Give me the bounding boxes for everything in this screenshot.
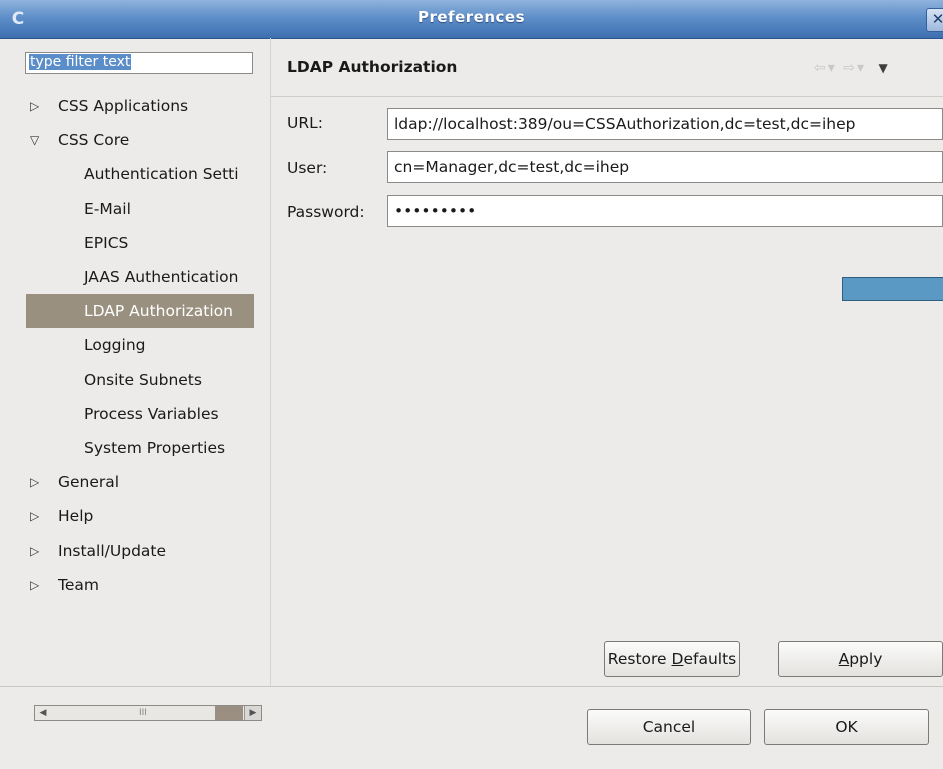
close-icon: ✕ bbox=[931, 10, 943, 28]
tree-item[interactable]: Logging bbox=[8, 328, 258, 362]
scroll-left-icon[interactable]: ◀ bbox=[35, 706, 51, 720]
tree-item[interactable]: ▽ CSS Core bbox=[8, 123, 258, 157]
page-title: LDAP Authorization bbox=[287, 58, 458, 76]
collapsed-triangle-icon[interactable]: ▷ bbox=[30, 499, 44, 533]
tree-item[interactable]: ▷ Team bbox=[8, 568, 258, 602]
tree-item[interactable]: System Properties bbox=[8, 431, 258, 465]
ok-button[interactable]: OK bbox=[764, 709, 929, 745]
page-navigation: ⇦▾ ⇨▾ ▼ bbox=[814, 60, 934, 76]
tree-item[interactable]: JAAS Authentication bbox=[8, 260, 258, 294]
password-field[interactable]: ••••••••• bbox=[387, 195, 943, 227]
collapsed-triangle-icon[interactable]: ▷ bbox=[30, 534, 44, 568]
tree-item[interactable]: Onsite Subnets bbox=[8, 363, 258, 397]
url-label: URL: bbox=[287, 114, 323, 132]
tree-item-label: CSS Applications bbox=[58, 97, 189, 115]
tree-item[interactable]: E-Mail bbox=[8, 192, 258, 226]
blue-indicator bbox=[842, 277, 943, 301]
forward-arrow-icon[interactable]: ⇨▾ bbox=[843, 60, 866, 76]
url-field[interactable]: ldap://localhost:389/ou=CSSAuthorization… bbox=[387, 108, 943, 140]
tree-item[interactable]: ▷ General bbox=[8, 465, 258, 499]
tree-horizontal-scrollbar[interactable]: ◀ III ▶ bbox=[34, 705, 262, 721]
tree-item[interactable]: ▷ CSS Applications bbox=[8, 89, 258, 123]
collapsed-triangle-icon[interactable]: ▷ bbox=[30, 465, 44, 499]
expanded-triangle-icon[interactable]: ▽ bbox=[30, 123, 44, 157]
collapsed-triangle-icon[interactable]: ▷ bbox=[30, 568, 44, 602]
title-separator bbox=[271, 96, 943, 97]
tree-item-label: EPICS bbox=[84, 233, 129, 252]
filter-input[interactable]: type filter text bbox=[25, 52, 253, 74]
tree-item-label: Logging bbox=[84, 336, 146, 355]
filter-input-text: type filter text bbox=[29, 54, 132, 70]
back-arrow-icon[interactable]: ⇦▾ bbox=[814, 60, 837, 76]
apply-button[interactable]: Apply bbox=[778, 641, 943, 677]
tree-item-label: General bbox=[58, 473, 120, 492]
tree-item-label: Team bbox=[58, 575, 99, 594]
tree-item-label: Help bbox=[58, 507, 94, 526]
preference-page: LDAP Authorization ⇦▾ ⇨▾ ▼ URL: ldap://l… bbox=[270, 38, 943, 686]
tree-item[interactable]: EPICS bbox=[8, 226, 258, 260]
password-label: Password: bbox=[287, 203, 365, 221]
tree-item[interactable]: Authentication Setti bbox=[8, 157, 258, 191]
user-field[interactable]: cn=Manager,dc=test,dc=ihep bbox=[387, 151, 943, 183]
tree-item[interactable]: ▷ Install/Update bbox=[8, 534, 258, 568]
scrollbar-thumb[interactable] bbox=[215, 706, 243, 720]
tree-item-label: Authentication Setti bbox=[84, 165, 239, 184]
tree-item-label: Process Variables bbox=[84, 404, 219, 423]
tree-item-label: E-Mail bbox=[84, 199, 131, 218]
preferences-window: C Preferences ✕ type filter text ▷ CSS Ap… bbox=[0, 0, 943, 769]
view-menu-icon[interactable]: ▼ bbox=[878, 61, 889, 75]
preference-tree-panel: type filter text ▷ CSS Applications ▽ CSS C… bbox=[8, 38, 270, 721]
tree-item-label: LDAP Authorization bbox=[84, 302, 233, 321]
tree-item[interactable]: ▷ Help bbox=[8, 499, 258, 533]
title-bar[interactable]: C Preferences ✕ bbox=[0, 0, 943, 39]
restore-defaults-button[interactable]: Restore Defaults bbox=[604, 641, 740, 677]
tree-item-label: JAAS Authentication bbox=[84, 268, 239, 286]
dialog-button-separator bbox=[0, 686, 943, 687]
close-button[interactable]: ✕ bbox=[926, 8, 943, 32]
scroll-right-icon[interactable]: ▶ bbox=[244, 706, 261, 720]
window-title: Preferences bbox=[417, 8, 525, 26]
tree-item-label: System Properties bbox=[84, 439, 226, 457]
tree-item[interactable]: LDAP Authorization bbox=[26, 294, 254, 329]
tree-item-label: Onsite Subnets bbox=[84, 370, 202, 389]
user-label: User: bbox=[287, 159, 328, 177]
tree-item-label: CSS Core bbox=[58, 131, 130, 150]
tree-item-label: Install/Update bbox=[58, 541, 167, 560]
tree-item[interactable]: Process Variables bbox=[8, 397, 258, 431]
collapsed-triangle-icon[interactable]: ▷ bbox=[30, 89, 44, 123]
cancel-button[interactable]: Cancel bbox=[587, 709, 751, 745]
scrollbar-grip: III bbox=[139, 708, 147, 718]
